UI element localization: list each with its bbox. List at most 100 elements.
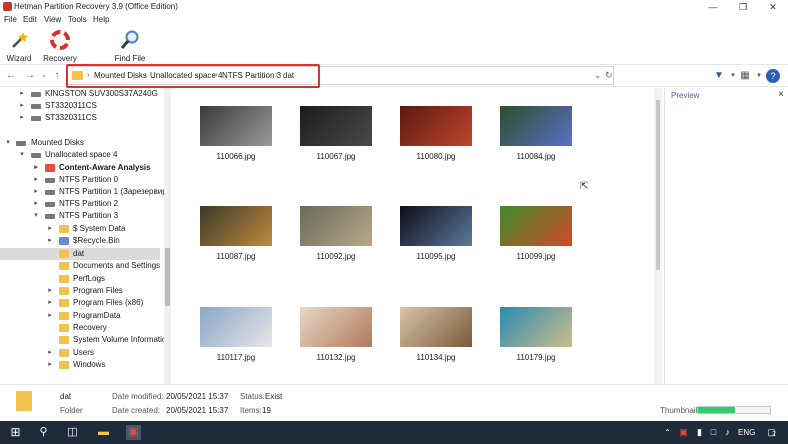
windows-start-icon[interactable]: ⊞	[8, 425, 23, 440]
volume-icon[interactable]: ♪	[720, 425, 735, 440]
address-dropdown-icon[interactable]: ⌄	[594, 70, 602, 81]
minimize-icon[interactable]: —	[698, 0, 728, 14]
image-thumbnail	[400, 307, 472, 347]
restore-icon[interactable]: ❐	[728, 0, 758, 14]
tree-item-folder[interactable]: Documents and Settings	[0, 260, 160, 272]
menu-view[interactable]: View	[44, 15, 61, 24]
notification-count-badge: 2	[772, 431, 776, 438]
expand-arrow-icon[interactable]: ▸	[18, 112, 26, 124]
recovery-button[interactable]: Recovery	[42, 30, 78, 63]
collapse-arrow-icon[interactable]: ▾	[4, 137, 12, 149]
tree-item-folder[interactable]: ▸ Windows	[0, 359, 160, 371]
expand-arrow-icon[interactable]: ▸	[32, 186, 40, 198]
tree-item-mounted-disks[interactable]: ▾ Mounted Disks	[0, 137, 160, 149]
help-icon[interactable]: ?	[766, 69, 780, 83]
file-tile[interactable]: 110067.jpg	[296, 106, 376, 166]
tree-item-folder[interactable]: ▸ $ System Data	[0, 223, 160, 235]
task-view-icon[interactable]: ◫	[65, 425, 80, 440]
back-arrow-icon[interactable]: ←	[5, 70, 17, 82]
file-tile[interactable]: 110084.jpg	[496, 106, 576, 166]
search-icon[interactable]: ⚲	[36, 425, 51, 440]
view-mode-icon[interactable]: ▦	[738, 69, 752, 83]
collapse-arrow-icon[interactable]: ▾	[32, 210, 40, 222]
menu-tools[interactable]: Tools	[68, 15, 87, 24]
drive-icon	[45, 202, 55, 207]
expand-arrow-icon[interactable]: ▸	[46, 297, 54, 309]
file-tile[interactable]: 110095.jpg	[396, 206, 476, 266]
tree-item-drive[interactable]: ▸ KINGSTON SUV300S37A240G	[0, 88, 160, 100]
expand-arrow-icon[interactable]: ▸	[32, 174, 40, 186]
battery-icon[interactable]: ▮	[692, 425, 707, 440]
expand-arrow-icon[interactable]: ▸	[32, 198, 40, 210]
image-thumbnail	[300, 307, 372, 347]
file-tile[interactable]: 110099.jpg	[496, 206, 576, 266]
close-preview-icon[interactable]: ×	[778, 89, 784, 100]
content-scrollbar-thumb[interactable]	[656, 100, 660, 270]
tree-item-drive[interactable]: ▸ ST3320311CS	[0, 100, 160, 112]
filter-icon[interactable]: ▼	[712, 69, 726, 83]
collapse-arrow-icon[interactable]: ▾	[18, 149, 26, 161]
tree-item-folder[interactable]: ▸ ProgramData	[0, 310, 160, 322]
tree-item-folder[interactable]: PerfLogs	[0, 273, 160, 285]
tree-item-folder[interactable]: ▸ Users	[0, 347, 160, 359]
expand-arrow-icon[interactable]: ▸	[46, 235, 54, 247]
network-icon[interactable]: □	[706, 425, 721, 440]
file-name: 110092.jpg	[316, 252, 356, 261]
tree-item-partition[interactable]: ▸ NTFS Partition 1 (Зарезервиров	[0, 186, 164, 198]
content-scrollbar[interactable]	[654, 88, 662, 384]
file-tile[interactable]: 110092.jpg	[296, 206, 376, 266]
expand-arrow-icon[interactable]: ▸	[46, 310, 54, 322]
wizard-button[interactable]: Wizard	[4, 30, 34, 63]
item-name: dat	[60, 392, 72, 401]
language-indicator[interactable]: ENG	[738, 428, 755, 437]
tree-item-content-aware-analysis[interactable]: ▸ Content-Aware Analysis	[0, 162, 160, 174]
file-tile[interactable]: 110132.jpg	[296, 307, 376, 367]
tree-scrollbar[interactable]	[164, 88, 171, 384]
tree-item-drive[interactable]: ▸ ST3320311CS	[0, 112, 160, 124]
folder-icon	[59, 275, 69, 283]
history-chevron-icon[interactable]: ⌄	[38, 70, 50, 82]
thumbnails-label: Thumbnails	[660, 406, 702, 415]
item-type: Folder	[60, 406, 83, 415]
menu-edit[interactable]: Edit	[23, 15, 37, 24]
menu-help[interactable]: Help	[93, 15, 109, 24]
file-name: 110134.jpg	[416, 353, 456, 362]
tree-item-partition[interactable]: ▸ NTFS Partition 0	[0, 174, 160, 186]
expand-arrow-icon[interactable]: ▸	[46, 223, 54, 235]
expand-arrow-icon[interactable]: ▸	[46, 359, 54, 371]
forward-arrow-icon[interactable]: →	[24, 70, 36, 82]
tree-scrollbar-thumb[interactable]	[165, 248, 170, 306]
tree-item-folder[interactable]: ▸ Program Files	[0, 285, 160, 297]
expand-arrow-icon[interactable]: ▸	[18, 88, 26, 100]
tree-item-folder[interactable]: System Volume Information	[0, 334, 164, 346]
menu-file[interactable]: File	[4, 15, 17, 24]
file-tile[interactable]: 110117.jpg	[196, 307, 276, 367]
up-arrow-icon[interactable]: ↑	[51, 70, 63, 82]
expand-arrow-icon[interactable]: ▸	[46, 285, 54, 297]
file-tile[interactable]: 110080.jpg	[396, 106, 476, 166]
tray-chevron-icon[interactable]: ⌃	[660, 425, 675, 440]
tree-item-folder[interactable]: ▸ $Recycle.Bin	[0, 235, 160, 247]
close-icon[interactable]: ✕	[758, 0, 788, 14]
file-tile[interactable]: 110134.jpg	[396, 307, 476, 367]
tree-item-partition[interactable]: ▸ NTFS Partition 2	[0, 198, 160, 210]
partition-recovery-app-icon[interactable]: ▣	[126, 425, 141, 440]
expand-arrow-icon[interactable]: ▸	[46, 347, 54, 359]
tree-item-folder[interactable]: Recovery	[0, 322, 160, 334]
file-tile[interactable]: 110066.jpg	[196, 106, 276, 166]
file-tile[interactable]: 110179.jpg	[496, 307, 576, 367]
file-explorer-icon[interactable]: ▬	[96, 425, 111, 440]
refresh-icon[interactable]: ↻	[605, 70, 613, 81]
file-tile[interactable]: 110087.jpg	[196, 206, 276, 266]
file-grid: 110066.jpg 110067.jpg 110080.jpg 110084.…	[172, 88, 654, 384]
expand-arrow-icon[interactable]: ▸	[32, 162, 40, 174]
tree-item-unallocated-space[interactable]: ▾ Unallocated space 4	[0, 149, 160, 161]
tray-app-icon[interactable]: ▣	[676, 425, 691, 440]
find-file-button[interactable]: Find File	[112, 30, 148, 63]
tree-item-partition[interactable]: ▾ NTFS Partition 3	[0, 210, 160, 222]
view-dropdown-icon[interactable]: ▼	[752, 69, 766, 83]
expand-arrow-icon[interactable]: ▸	[18, 100, 26, 112]
tree-item-folder[interactable]: ▸ Program Files (x86)	[0, 297, 160, 309]
tree-item-folder-selected[interactable]: dat	[0, 248, 160, 260]
folder-icon	[59, 262, 69, 270]
